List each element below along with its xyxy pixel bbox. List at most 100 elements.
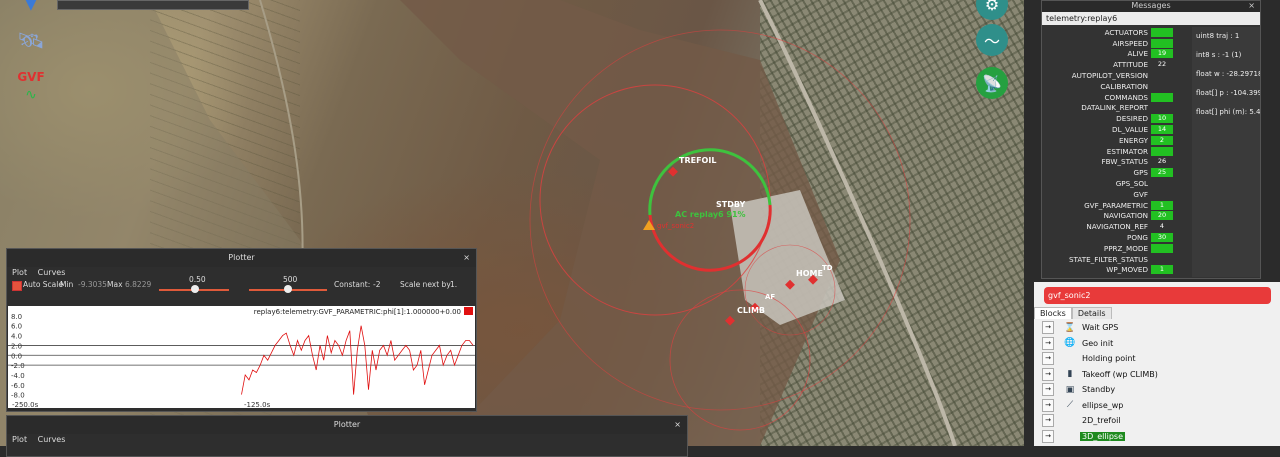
- message-row[interactable]: FBW_STATUS 26: [1042, 157, 1190, 168]
- goto-block-button[interactable]: →: [1042, 429, 1054, 443]
- message-row[interactable]: ALIVE 19: [1042, 49, 1190, 60]
- waveform-icon[interactable]: 〜: [976, 24, 1008, 56]
- message-row[interactable]: STATE_FILTER_STATUS: [1042, 254, 1190, 265]
- message-row[interactable]: GVF_PARAMETRIC 1: [1042, 200, 1190, 211]
- waypoint-trefoil[interactable]: TREFOIL: [679, 156, 716, 165]
- message-row[interactable]: AIRSPEED: [1042, 38, 1190, 49]
- goto-block-button[interactable]: →: [1042, 414, 1054, 428]
- aircraft-sublabel: gvf_sonic2: [657, 222, 695, 230]
- messages-panel: Messages × telemetry:replay6 ACTUATORS AI…: [1041, 0, 1261, 279]
- messages-title-text: Messages: [1131, 1, 1171, 10]
- message-count: [1151, 71, 1173, 80]
- block-item[interactable]: → ⌛ Wait GPS: [1034, 320, 1280, 336]
- block-item[interactable]: → 2D_trefoil: [1034, 413, 1280, 429]
- antenna-icon[interactable]: 📡: [976, 67, 1008, 99]
- message-field: float w : -28.297188: [1196, 70, 1260, 78]
- size-slider-knob[interactable]: [284, 285, 292, 293]
- plotter2-menu-plot[interactable]: Plot: [12, 435, 27, 444]
- message-row[interactable]: GPS 25: [1042, 167, 1190, 178]
- plotter2-title: Plotter ×: [7, 416, 687, 434]
- satellite-icon[interactable]: 🛰: [14, 26, 48, 56]
- message-count: 30: [1151, 233, 1173, 243]
- message-row[interactable]: AUTOPILOT_VERSION: [1042, 70, 1190, 81]
- tab-details[interactable]: Details: [1071, 307, 1112, 319]
- message-name: NAVIGATION_REF: [1086, 222, 1148, 232]
- message-count: [1151, 190, 1173, 199]
- waypoint-home[interactable]: HOME: [796, 269, 823, 278]
- goto-block-button[interactable]: →: [1042, 352, 1054, 366]
- message-row[interactable]: ACTUATORS: [1042, 27, 1190, 38]
- message-row[interactable]: CALIBRATION: [1042, 81, 1190, 92]
- message-row[interactable]: WP_MOVED 1: [1042, 265, 1190, 276]
- aircraft-label[interactable]: AC replay6 91%: [675, 210, 746, 219]
- goto-block-button[interactable]: →: [1042, 321, 1054, 335]
- y-tick-label: -8.0: [11, 392, 25, 400]
- menu-plot[interactable]: Plot: [12, 268, 27, 277]
- block-item[interactable]: → ⟋ ellipse_wp: [1034, 398, 1280, 414]
- messages-tab[interactable]: telemetry:replay6: [1042, 12, 1260, 25]
- compass-icon[interactable]: ▼: [14, 0, 48, 16]
- plotter2-menu-curves[interactable]: Curves: [38, 435, 66, 444]
- block-item[interactable]: → 3D_ellipse: [1034, 429, 1280, 445]
- plotter-window-2: Plotter × Plot Curves: [6, 415, 688, 457]
- plotter-title-text: Plotter: [228, 253, 255, 262]
- message-row[interactable]: ENERGY 2: [1042, 135, 1190, 146]
- message-count: [1151, 38, 1173, 48]
- waypoint-af[interactable]: AF: [765, 293, 775, 301]
- message-row[interactable]: PONG 30: [1042, 232, 1190, 243]
- message-row[interactable]: ATTITUDE 22: [1042, 59, 1190, 70]
- messages-close-button[interactable]: ×: [1248, 1, 1255, 10]
- block-label: Wait GPS: [1082, 323, 1119, 333]
- message-name: GPS_SOL: [1115, 179, 1148, 189]
- globe-icon: 🌐: [1064, 338, 1076, 349]
- flightplan-panel: gvf_sonic2 Blocks Details → ⌛ Wait GPS → 🌐 Geo…: [1034, 282, 1280, 446]
- goto-block-button[interactable]: →: [1042, 367, 1054, 381]
- plotter-close-button[interactable]: ×: [463, 249, 470, 267]
- message-row[interactable]: GPS_SOL: [1042, 178, 1190, 189]
- legend-swatch[interactable]: [464, 307, 473, 315]
- block-item[interactable]: → ▣ Standby: [1034, 382, 1280, 398]
- message-count: [1151, 179, 1173, 188]
- waypoint-stdby[interactable]: STDBY: [716, 200, 745, 209]
- message-row[interactable]: GVF: [1042, 189, 1190, 200]
- plotter-controls: Auto Scale Min -9.3035 Max 6.8229 0.50 5…: [7, 275, 476, 298]
- message-row[interactable]: NAVIGATION_REF 4: [1042, 221, 1190, 232]
- goto-block-button[interactable]: →: [1042, 398, 1054, 412]
- message-count: 19: [1151, 49, 1173, 59]
- message-row[interactable]: COMMANDS: [1042, 92, 1190, 103]
- message-name: ACTUATORS: [1104, 27, 1148, 37]
- block-item[interactable]: → ▮ Takeoff (wp CLIMB): [1034, 367, 1280, 383]
- waypoint-climb[interactable]: CLIMB: [737, 306, 765, 315]
- message-row[interactable]: ESTIMATOR: [1042, 146, 1190, 157]
- top-toolbar: [57, 0, 249, 10]
- goto-block-button[interactable]: →: [1042, 383, 1054, 397]
- block-item[interactable]: → Holding point: [1034, 351, 1280, 367]
- tab-blocks[interactable]: Blocks: [1034, 307, 1072, 319]
- takeoff-icon: ▮: [1067, 369, 1073, 380]
- y-tick-label: 6.0: [11, 323, 22, 331]
- block-item[interactable]: → 🌐 Geo init: [1034, 336, 1280, 352]
- message-row[interactable]: DESIRED 10: [1042, 113, 1190, 124]
- auto-scale-checkbox[interactable]: [12, 281, 22, 291]
- ellipse-icon: ⟋: [1066, 400, 1074, 411]
- message-name: ALIVE: [1127, 49, 1149, 59]
- message-count: [1151, 255, 1173, 264]
- message-row[interactable]: PPRZ_MODE: [1042, 243, 1190, 254]
- goto-block-button[interactable]: →: [1042, 336, 1054, 350]
- scale-value[interactable]: 1.: [450, 278, 457, 292]
- message-count: 26: [1157, 157, 1167, 166]
- message-row[interactable]: NAVIGATION 20: [1042, 211, 1190, 222]
- menu-curves[interactable]: Curves: [38, 268, 66, 277]
- aircraft-bar[interactable]: gvf_sonic2: [1044, 287, 1271, 304]
- constant-value[interactable]: -2: [373, 278, 380, 292]
- message-row[interactable]: DL_VALUE 14: [1042, 124, 1190, 135]
- plot-area[interactable]: 8.0 6.0 4.0 2.0 0.0 -2.0 -4.0 -6.0 -8.0 -250.0s -1…: [8, 306, 475, 409]
- message-count: [1151, 146, 1173, 156]
- message-row[interactable]: DATALINK_REPORT: [1042, 103, 1190, 114]
- message-count: 25: [1151, 168, 1173, 178]
- plotter2-close-button[interactable]: ×: [674, 416, 681, 434]
- message-name: NAVIGATION: [1103, 211, 1148, 221]
- waypoint-td[interactable]: TD: [822, 264, 833, 272]
- update-slider-knob[interactable]: [191, 285, 199, 293]
- gvf-curve-icon[interactable]: ∿: [14, 80, 48, 110]
